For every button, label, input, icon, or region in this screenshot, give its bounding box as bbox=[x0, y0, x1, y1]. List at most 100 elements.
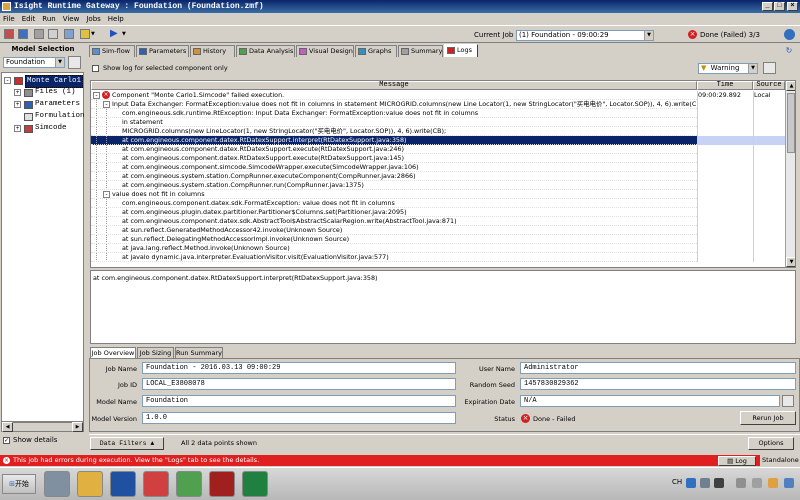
log-level-select[interactable]: ▼ Warning ▼ bbox=[698, 63, 758, 74]
copy-log-icon[interactable] bbox=[763, 62, 776, 74]
random-seed-field[interactable]: 1457830829362 bbox=[520, 378, 796, 390]
log-row[interactable]: MICROGRID.columns(new LineLocator(1, new… bbox=[91, 127, 697, 136]
tab-logs[interactable]: Logs bbox=[444, 44, 478, 57]
log-row[interactable]: com.engineous.component.datex.sdk.Format… bbox=[91, 199, 697, 208]
log-detail-text[interactable]: at com.engineous.component.datex.RtDatex… bbox=[90, 270, 796, 344]
log-row[interactable]: at com.engineous.system.station.CompRunn… bbox=[91, 172, 697, 181]
data-filters-button[interactable]: Data Filters ▲ bbox=[90, 437, 164, 450]
model-version-field[interactable]: 1.0.0 bbox=[142, 412, 456, 424]
volume-tray-icon[interactable] bbox=[714, 478, 724, 488]
column-header-time[interactable]: Time bbox=[697, 81, 753, 90]
log-row[interactable]: at com.engineous.component.datex.RtDatex… bbox=[91, 154, 697, 163]
log-row[interactable]: at java.lang.reflect.Method.invoke(Unkno… bbox=[91, 244, 697, 253]
options-button[interactable]: Options bbox=[748, 437, 794, 450]
expand-toggle-icon[interactable]: - bbox=[93, 92, 100, 99]
show-details-checkbox[interactable]: ✓ Show details bbox=[3, 436, 57, 444]
expand-toggle-icon[interactable]: + bbox=[14, 125, 21, 132]
tab-sim-flow[interactable]: Sim-flow bbox=[89, 45, 135, 57]
help-icon[interactable] bbox=[784, 29, 795, 40]
log-row[interactable]: - Input Data Exchanger: FormatException:v… bbox=[91, 100, 697, 109]
tree-item[interactable]: Formulation bbox=[14, 111, 85, 122]
start-button[interactable]: ⊞开始 bbox=[2, 474, 36, 494]
tab-job-overview[interactable]: Job Overview bbox=[90, 347, 136, 358]
save-icon[interactable] bbox=[18, 29, 28, 39]
log-vertical-scrollbar[interactable]: ▲ ▼ bbox=[785, 81, 795, 267]
print-icon[interactable] bbox=[34, 29, 44, 39]
layout-icon[interactable] bbox=[64, 29, 74, 39]
expand-toggle-icon[interactable]: - bbox=[103, 191, 110, 198]
scroll-right-icon[interactable]: ▶ bbox=[72, 422, 83, 432]
log-row[interactable]: at com.engineous.component.datex.RtDatex… bbox=[91, 136, 697, 145]
edit-model-icon[interactable] bbox=[68, 56, 81, 69]
tree-horizontal-scrollbar[interactable]: ◀ ▶ bbox=[1, 422, 84, 432]
tree-item[interactable]: + Files (1) bbox=[14, 87, 82, 98]
tab-run-summary[interactable]: Run Summary bbox=[175, 347, 223, 358]
open-icon[interactable] bbox=[4, 29, 14, 39]
copy-icon[interactable] bbox=[48, 29, 58, 39]
menu-edit[interactable]: Edit bbox=[22, 15, 36, 23]
tab-visual-design[interactable]: Visual Design bbox=[296, 45, 354, 57]
model-select[interactable]: Foundation ▼ bbox=[3, 57, 65, 68]
help-tray-icon[interactable] bbox=[686, 478, 696, 488]
menu-file[interactable]: File bbox=[3, 15, 15, 23]
log-row[interactable]: at com.engineous.component.simcode.Simco… bbox=[91, 163, 697, 172]
expand-toggle-icon[interactable]: - bbox=[103, 101, 110, 108]
log-row[interactable]: - value does not fit in columns bbox=[91, 190, 697, 199]
scroll-left-icon[interactable]: ◀ bbox=[2, 422, 13, 432]
tab-job-sizing[interactable]: Job Sizing bbox=[137, 347, 174, 358]
expand-toggle-icon[interactable]: + bbox=[14, 101, 21, 108]
log-row[interactable]: at javalo dynamic.java.interpreter.Evalu… bbox=[91, 253, 697, 262]
job-id-field[interactable]: LOCAL_E3808078 bbox=[142, 378, 456, 390]
rerun-job-button[interactable]: Rerun Job bbox=[740, 411, 796, 425]
user-name-field[interactable]: Administrator bbox=[520, 362, 796, 374]
log-row[interactable]: in statement bbox=[91, 118, 697, 127]
log-row[interactable]: at sun.reflect.DelegatingMethodAccessorI… bbox=[91, 235, 697, 244]
edit-expiration-icon[interactable] bbox=[782, 395, 794, 407]
log-row[interactable]: at com.engineous.component.datex.sdk.Abs… bbox=[91, 217, 697, 226]
computer-app-icon[interactable] bbox=[44, 471, 70, 497]
network-tray-icon[interactable] bbox=[736, 478, 746, 488]
expand-toggle-icon[interactable]: - bbox=[4, 77, 11, 84]
log-row[interactable]: at sun.reflect.GeneratedMethodAccessor42… bbox=[91, 226, 697, 235]
maximize-button[interactable]: □ bbox=[774, 2, 785, 11]
log-button[interactable]: ▤ Log bbox=[718, 456, 756, 466]
chrome-app-icon[interactable] bbox=[143, 471, 169, 497]
scroll-up-icon[interactable]: ▲ bbox=[786, 81, 795, 91]
explorer-app-icon[interactable] bbox=[77, 471, 103, 497]
clock-tray-icon[interactable] bbox=[784, 478, 794, 488]
menu-run[interactable]: Run bbox=[42, 15, 55, 23]
log-row[interactable]: com.engineous.sdk.runtime.RtException: I… bbox=[91, 109, 697, 118]
tree-item[interactable]: - Monte Carlo1 bbox=[4, 75, 84, 88]
menu-view[interactable]: View bbox=[63, 15, 80, 23]
lingo-app-icon[interactable] bbox=[209, 471, 235, 497]
menu-help[interactable]: Help bbox=[108, 15, 124, 23]
current-job-select[interactable]: (1) Foundation - 09:00:29 ▼ bbox=[516, 30, 654, 41]
scroll-down-icon[interactable]: ▼ bbox=[786, 257, 795, 267]
language-indicator[interactable]: CH bbox=[672, 478, 682, 486]
gear-icon[interactable] bbox=[80, 29, 90, 39]
tab-graphs[interactable]: Graphs bbox=[355, 45, 397, 57]
menu-jobs[interactable]: Jobs bbox=[86, 15, 100, 23]
refresh-icon[interactable]: ↻ bbox=[782, 46, 796, 56]
run-dropdown-icon[interactable]: ▼ bbox=[122, 31, 126, 37]
tab-history[interactable]: History bbox=[190, 45, 235, 57]
expand-toggle-icon[interactable]: + bbox=[14, 89, 21, 96]
column-header-message[interactable]: Message bbox=[91, 81, 697, 90]
tree-item[interactable]: + Simcode bbox=[14, 123, 82, 134]
excel-app-icon[interactable] bbox=[242, 471, 268, 497]
tab-data-analysis[interactable]: Data Analysis bbox=[236, 45, 295, 57]
scroll-thumb[interactable] bbox=[787, 93, 795, 153]
log-row[interactable]: at com.engineous.system.station.CompRunn… bbox=[91, 181, 697, 190]
tab-summary[interactable]: Summary bbox=[398, 45, 443, 57]
word-app-icon[interactable] bbox=[110, 471, 136, 497]
minimize-button[interactable]: _ bbox=[762, 2, 773, 11]
display-tray-icon[interactable] bbox=[752, 478, 762, 488]
tree-item[interactable]: + Parameters bbox=[14, 99, 82, 110]
chevron-down-icon[interactable]: ▼ bbox=[91, 31, 95, 37]
expiration-date-field[interactable]: N/A bbox=[520, 395, 780, 407]
log-row[interactable]: at com.engineous.plugin.datex.partitione… bbox=[91, 208, 697, 217]
security-tray-icon[interactable] bbox=[768, 478, 778, 488]
run-icon[interactable]: ▶ bbox=[110, 28, 118, 39]
isight-app-icon[interactable] bbox=[176, 471, 202, 497]
close-button[interactable]: × bbox=[787, 2, 798, 11]
